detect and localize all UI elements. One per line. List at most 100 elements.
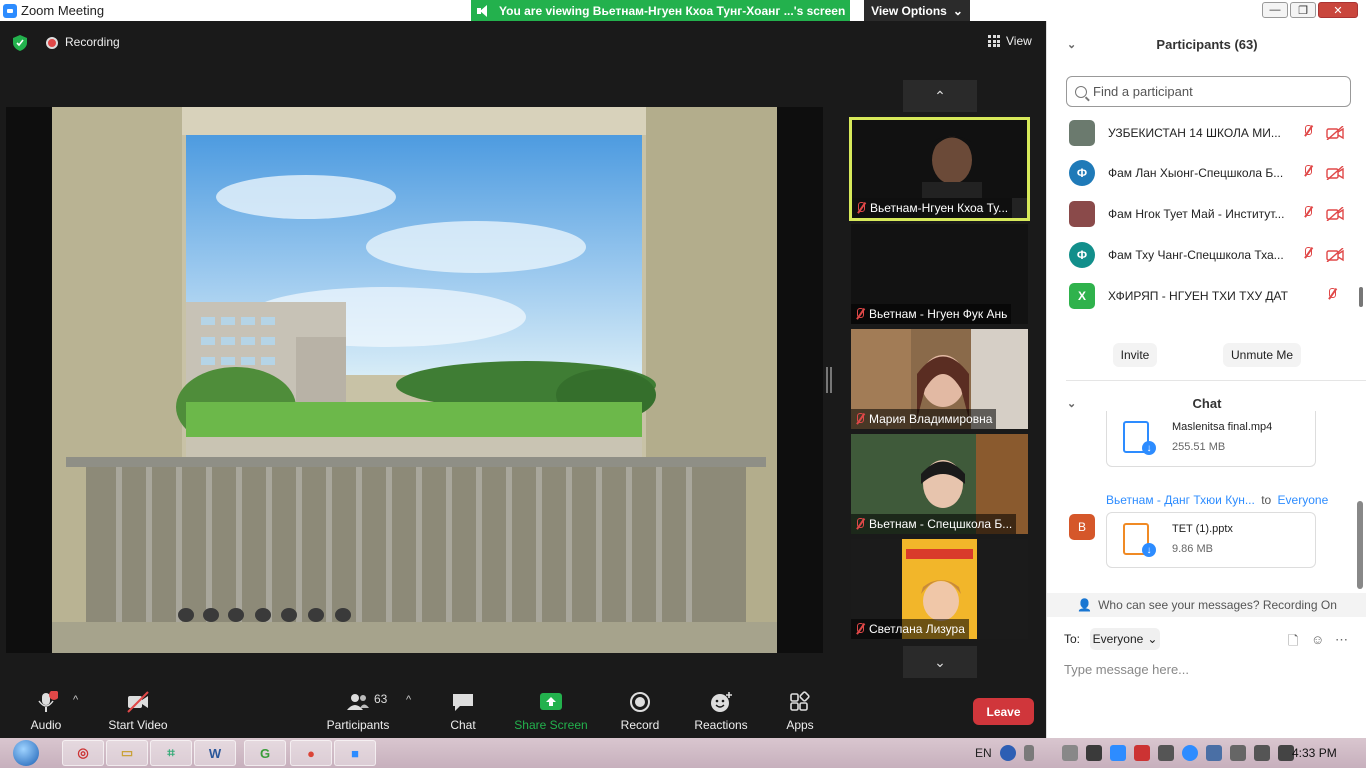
download-icon[interactable]: ↓: [1142, 441, 1156, 455]
tray-arrow-icon[interactable]: [1023, 745, 1034, 761]
tray-app-icon[interactable]: [1229, 745, 1246, 761]
video-tile-active-speaker[interactable]: Вьетнам-Нгуен Кхоа Ту...: [849, 117, 1030, 221]
tray-app-icon[interactable]: [1085, 745, 1102, 761]
tile-name: Светлана Лизура: [851, 619, 969, 639]
share-screen-button[interactable]: Share Screen: [512, 688, 590, 738]
collapse-chat-icon[interactable]: ⌄: [1067, 397, 1076, 410]
language-indicator[interactable]: EN: [975, 746, 992, 760]
shield-icon[interactable]: [13, 35, 27, 51]
participant-avatar: [1069, 120, 1095, 146]
chat-file-message[interactable]: ↓ Maslenitsa final.mp4 255.51 MB: [1106, 411, 1316, 467]
video-tile[interactable]: Вьетнам - Нгуен Фук Ань: [851, 224, 1028, 324]
invite-button[interactable]: Invite: [1113, 343, 1157, 367]
video-tile[interactable]: Светлана Лизура: [851, 539, 1028, 639]
participant-row[interactable]: УЗБЕКИСТАН 14 ШКОЛА МИ...: [1047, 113, 1357, 153]
chat-file-message[interactable]: ↓ TET (1).pptx 9.86 MB: [1106, 512, 1316, 568]
participant-list[interactable]: УЗБЕКИСТАН 14 ШКОЛА МИ... Ф Фам Лан Хыон…: [1047, 113, 1357, 325]
video-tile[interactable]: Вьетнам - Спецшкола Б...: [851, 434, 1028, 534]
chat-label: Chat: [450, 718, 476, 732]
chat-button[interactable]: Chat: [443, 688, 483, 738]
taskbar-word-icon[interactable]: W: [194, 740, 236, 766]
participants-title: Participants (63): [1156, 36, 1258, 52]
taskbar-app-icon[interactable]: ⌗: [150, 740, 192, 766]
mic-muted-icon: [1303, 206, 1317, 222]
participants-options-caret-icon[interactable]: ^: [406, 694, 411, 706]
record-button[interactable]: Record: [618, 688, 662, 738]
start-video-button[interactable]: Start Video: [104, 688, 172, 738]
file-icon[interactable]: 🗋: [1288, 632, 1298, 654]
leave-button[interactable]: Leave: [973, 698, 1034, 725]
chat-sender[interactable]: Вьетнам - Данг Тхюи Кун...: [1106, 493, 1255, 507]
taskbar-chrome-icon[interactable]: ●: [290, 740, 332, 766]
participant-row[interactable]: Ф Фам Тху Чанг-Спецшкола Тха...: [1047, 235, 1357, 275]
recipient-value: Everyone: [1092, 632, 1144, 646]
taskbar-folder-icon[interactable]: ▭: [106, 740, 148, 766]
taskbar-chrome-like-icon[interactable]: ◎: [62, 740, 104, 766]
mic-muted-icon: [855, 308, 865, 320]
reactions-button[interactable]: Reactions: [693, 688, 749, 738]
shared-screen-content[interactable]: [6, 107, 823, 653]
view-options-button[interactable]: View Options ⌄: [864, 0, 970, 21]
participant-row[interactable]: Фам Нгок Тует Май - Институт...: [1047, 194, 1357, 234]
record-icon: [630, 692, 650, 712]
tray-app-icon[interactable]: [1157, 745, 1174, 761]
resize-handle[interactable]: [826, 367, 832, 393]
meeting-toolbar: Audio ^ Start Video Participants 63 ^ Ch…: [0, 688, 1046, 738]
system-tray: EN: [975, 738, 1294, 768]
tile-name-label: Светлана Лизура: [869, 622, 965, 636]
audio-button[interactable]: Audio: [26, 688, 66, 738]
mic-muted-icon: [855, 623, 865, 635]
unmute-me-button[interactable]: Unmute Me: [1223, 343, 1301, 367]
video-off-icon: [1326, 166, 1344, 180]
chat-message-input[interactable]: [1064, 659, 1354, 679]
volume-icon[interactable]: [1253, 745, 1270, 761]
apps-button[interactable]: Apps: [783, 688, 817, 738]
search-placeholder: Find a participant: [1093, 84, 1193, 99]
view-label: View: [1006, 34, 1032, 48]
tile-name: Вьетнам - Спецшкола Б...: [851, 514, 1017, 534]
chat-recipient[interactable]: Everyone: [1278, 493, 1329, 507]
collapse-participants-icon[interactable]: ⌄: [1067, 38, 1076, 51]
windows-taskbar: ◎ ▭ ⌗ W G ● ■ EN 4:33 PM: [0, 738, 1366, 768]
emoji-icon[interactable]: ☺: [1311, 632, 1324, 647]
shield-tray-icon[interactable]: [1061, 745, 1078, 761]
zoom-tray-icon[interactable]: [1109, 745, 1126, 761]
shared-photo: [6, 107, 823, 653]
file-name: TET (1).pptx: [1172, 523, 1233, 535]
maximize-button[interactable]: ❐: [1290, 2, 1316, 18]
participant-avatar: Ф: [1069, 242, 1095, 268]
more-icon[interactable]: ⋯: [1335, 632, 1348, 648]
participant-avatar: Ф: [1069, 160, 1095, 186]
thumbnail-scroll-down-button[interactable]: ⌄: [903, 646, 977, 678]
windows-logo-icon: [13, 740, 39, 766]
start-button[interactable]: [6, 738, 46, 768]
view-button[interactable]: View: [988, 34, 1032, 48]
chat-title: Chat: [1192, 395, 1222, 411]
side-panel: ⌄ Participants (63) Find a participant У…: [1046, 21, 1366, 738]
chat-scrollbar[interactable]: [1357, 501, 1363, 589]
taskbar-clock[interactable]: 4:33 PM: [1292, 746, 1337, 760]
thumbnail-scroll-up-button[interactable]: ⌃: [903, 80, 977, 112]
participant-search-input[interactable]: Find a participant: [1066, 76, 1351, 107]
tray-app-icon[interactable]: [1205, 745, 1222, 761]
recording-label: Recording: [65, 35, 120, 49]
chat-icon: [453, 694, 473, 711]
tray-app-icon[interactable]: [1133, 745, 1150, 761]
audio-label: Audio: [30, 718, 62, 732]
help-icon[interactable]: [999, 745, 1016, 761]
who-can-see-link[interactable]: 👤 Who can see your messages? Recording O…: [1047, 593, 1366, 617]
video-tile[interactable]: Мария Владимировна: [851, 329, 1028, 429]
close-button[interactable]: ✕: [1318, 2, 1358, 18]
taskbar-app-icon[interactable]: G: [244, 740, 286, 766]
video-area: Recording View ⌃ Вьетнам-Нгуен Кхоа Ту..…: [0, 21, 1046, 688]
taskbar-zoom-icon[interactable]: ■: [334, 740, 376, 766]
participant-row[interactable]: Ф Фам Лан Хыонг-Спецшкола Б...: [1047, 153, 1357, 193]
chat-to-word: to: [1261, 493, 1272, 507]
participant-list-scrollbar[interactable]: [1359, 287, 1363, 307]
minimize-button[interactable]: —: [1262, 2, 1288, 18]
tray-app-icon[interactable]: [1181, 745, 1198, 761]
audio-options-caret-icon[interactable]: ^: [73, 694, 78, 706]
download-icon[interactable]: ↓: [1142, 543, 1156, 557]
participant-row[interactable]: X ХФИРЯП - НГУЕН ТХИ ТХУ ДАТ: [1047, 276, 1357, 316]
recipient-select[interactable]: Everyone ⌄: [1090, 628, 1160, 650]
